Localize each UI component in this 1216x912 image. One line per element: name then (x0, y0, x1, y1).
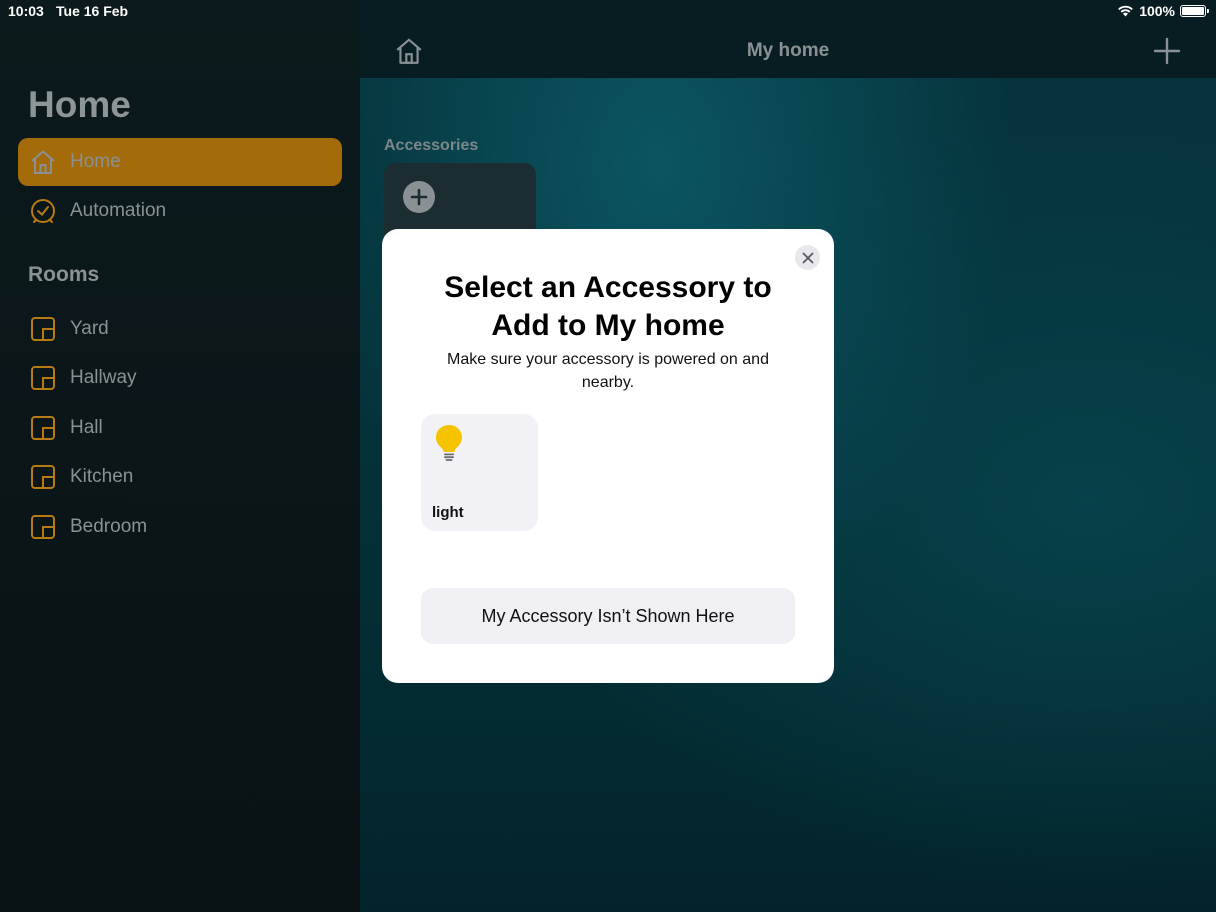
close-button[interactable] (795, 245, 820, 270)
sidebar-item-bedroom[interactable]: Bedroom (18, 503, 342, 551)
sidebar-title: Home (28, 84, 131, 125)
dialog-title: Select an Accessory to Add to My home (444, 271, 772, 342)
lightbulb-icon (435, 424, 463, 467)
status-time: 10:03 (8, 3, 44, 19)
accessories-heading: Accessories (384, 137, 479, 154)
sidebar-item-hallway[interactable]: Hallway (18, 354, 342, 402)
room-icon (28, 363, 58, 393)
accessory-not-shown-button[interactable]: My Accessory Isn’t Shown Here (421, 588, 795, 644)
add-button[interactable] (1152, 36, 1182, 66)
sidebar: Home Home Automation Rooms Yard Hallway … (0, 0, 360, 912)
sidebar-item-label: Home (70, 151, 121, 172)
sidebar-item-yard[interactable]: Yard (18, 305, 342, 353)
plus-icon (1153, 37, 1181, 65)
battery-percent: 100% (1139, 3, 1175, 19)
status-right: 100% (1117, 3, 1209, 19)
battery-icon (1180, 5, 1209, 17)
plus-circle-icon (403, 181, 435, 213)
room-icon (28, 413, 58, 443)
sidebar-item-kitchen[interactable]: Kitchen (18, 453, 342, 501)
clock-icon (28, 196, 58, 226)
status-date: Tue 16 Feb (56, 3, 129, 19)
sidebar-item-automation[interactable]: Automation (18, 187, 342, 235)
house-icon (28, 147, 58, 177)
sidebar-item-label: Yard (70, 318, 109, 339)
close-icon (802, 252, 813, 263)
sidebar-item-label: Hall (70, 417, 103, 438)
rooms-heading: Rooms (28, 263, 100, 286)
sidebar-item-label: Hallway (70, 367, 137, 388)
room-icon (28, 314, 58, 344)
room-icon (28, 462, 58, 492)
accessory-name: light (432, 504, 464, 521)
room-icon (28, 512, 58, 542)
sidebar-item-label: Kitchen (70, 466, 134, 487)
page-title: My home (746, 40, 830, 61)
sidebar-item-label: Automation (70, 200, 167, 221)
status-bar: 10:03 Tue 16 Feb 100% (0, 0, 1216, 22)
sidebar-item-hall[interactable]: Hall (18, 404, 342, 452)
wifi-icon (1118, 5, 1133, 17)
accessory-tile-light[interactable]: light (421, 414, 538, 531)
sidebar-item-home[interactable]: Home (18, 138, 342, 186)
dialog-subtitle: Make sure your accessory is powered on a… (447, 351, 769, 391)
sidebar-item-label: Bedroom (70, 516, 148, 537)
add-accessory-dialog: Select an Accessory to Add to My home Ma… (382, 229, 834, 683)
